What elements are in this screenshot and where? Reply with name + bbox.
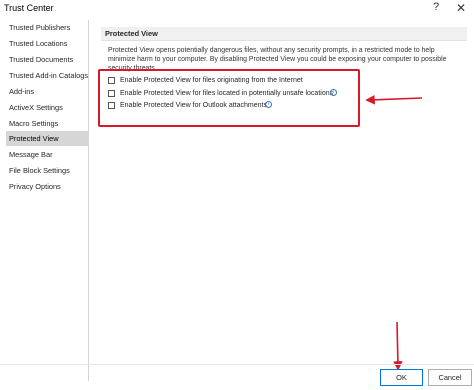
arrow-to-ok-button xyxy=(393,321,403,371)
arrow-to-options xyxy=(365,95,423,105)
cancel-button[interactable]: Cancel xyxy=(428,369,472,386)
annotation-arrows xyxy=(365,95,423,371)
ok-button[interactable]: OK xyxy=(380,369,423,386)
footer-divider xyxy=(0,364,474,365)
